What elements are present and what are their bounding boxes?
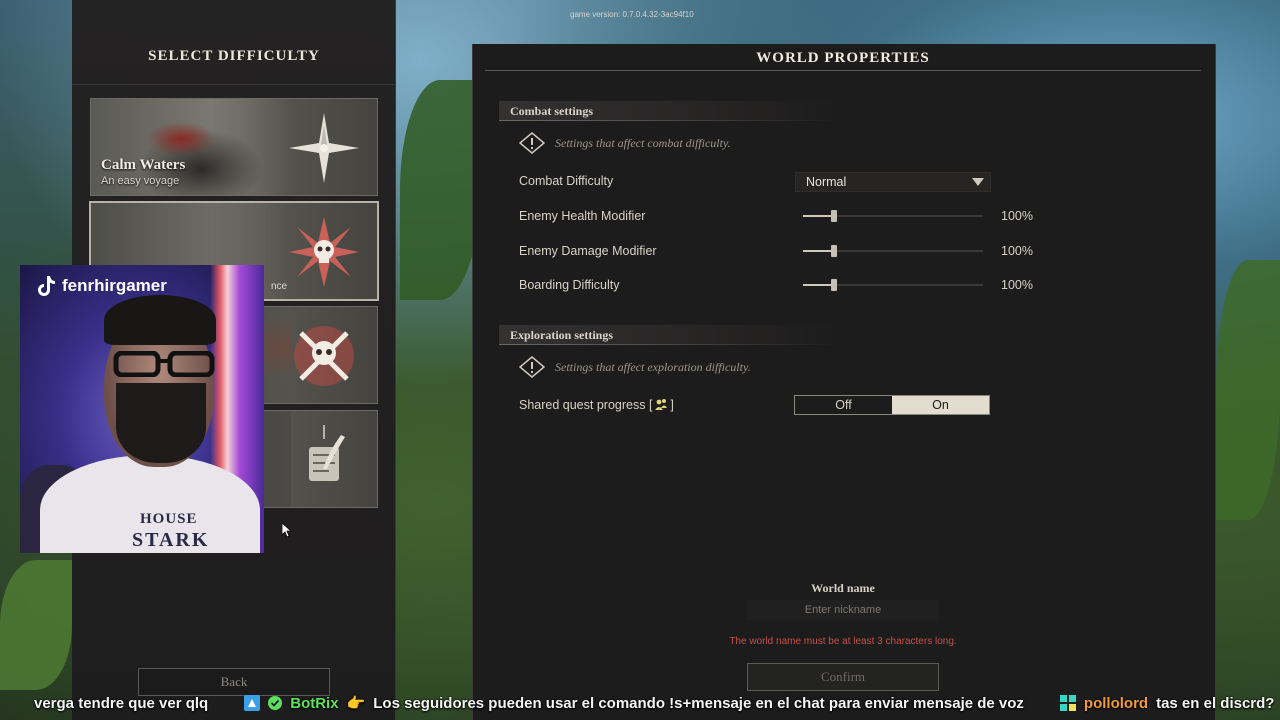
- world-name-input[interactable]: [747, 600, 939, 620]
- world-properties-title: WORLD PROPERTIES: [756, 50, 930, 66]
- subscriber-badge-icon: [1059, 695, 1076, 711]
- glasses-icon: [113, 351, 215, 377]
- webcam-person: [104, 295, 216, 345]
- toggle-off-option[interactable]: Off: [795, 396, 892, 414]
- confirm-button[interactable]: Confirm: [747, 663, 939, 691]
- mouse-cursor-icon: [282, 523, 292, 537]
- combat-settings-heading: Combat settings: [499, 101, 839, 121]
- game-version: game version: 0.7.0.4.32-3ac94f10: [570, 10, 694, 19]
- shared-quest-text: Shared quest progress [: [519, 398, 653, 412]
- exploration-info: Settings that affect exploration difficu…: [519, 356, 751, 378]
- slider-thumb[interactable]: [831, 279, 837, 291]
- divider: [499, 120, 839, 121]
- enemy-damage-label: Enemy Damage Modifier: [519, 244, 657, 258]
- skull-crossbones-icon: [294, 326, 354, 386]
- boarding-difficulty-slider[interactable]: [803, 279, 983, 291]
- combat-difficulty-dropdown[interactable]: Normal: [795, 172, 991, 192]
- boarding-difficulty-label: Boarding Difficulty: [519, 278, 620, 292]
- chat-ticker: verga tendre que ver qlq BotRix 👉 Los se…: [0, 690, 1280, 716]
- world-properties-panel: WORLD PROPERTIES Combat settings Setting…: [472, 44, 1216, 720]
- twitch-badge-icon: [244, 695, 261, 711]
- quill-scroll-icon: [309, 425, 345, 481]
- world-name-error: The world name must be at least 3 charac…: [729, 636, 957, 647]
- webcam-overlay: HOUSE STARK fenrhirgamer: [20, 265, 264, 553]
- dropdown-value: Normal: [806, 175, 847, 189]
- enemy-health-slider[interactable]: [803, 210, 983, 222]
- chat-message: Los seguidores pueden usar el comando !s…: [373, 694, 1024, 712]
- tiktok-handle: fenrhirgamer: [36, 275, 167, 297]
- enemy-health-value: 100%: [1001, 209, 1033, 223]
- shirt-print: HOUSE: [140, 511, 198, 527]
- shared-quest-suffix: ]: [670, 398, 674, 412]
- boarding-difficulty-value: 100%: [1001, 278, 1033, 292]
- divider: [499, 344, 839, 345]
- multiplayer-icon: [655, 399, 668, 410]
- world-name-label: World name: [811, 581, 875, 595]
- slider-fill: [803, 215, 834, 217]
- toggle-on-option[interactable]: On: [892, 396, 989, 414]
- divider: [72, 84, 396, 85]
- exploration-settings-heading: Exploration settings: [499, 325, 839, 345]
- compass-star-icon: [289, 113, 359, 183]
- warning-diamond-icon: [519, 356, 545, 378]
- tiktok-username: fenrhirgamer: [62, 276, 167, 295]
- enemy-damage-slider[interactable]: [803, 245, 983, 257]
- pointing-hand-icon: 👉: [346, 695, 366, 712]
- background-foliage: [0, 560, 72, 690]
- shirt-print: STARK: [132, 529, 210, 551]
- chat-message: verga tendre que ver qlq: [34, 694, 209, 712]
- slider-fill: [803, 284, 834, 286]
- chat-username: BotRix: [290, 694, 339, 712]
- warning-diamond-icon: [519, 132, 545, 154]
- section-title: Exploration settings: [510, 328, 614, 342]
- card-title: Calm Waters: [101, 157, 186, 173]
- verified-badge-icon: [268, 696, 283, 710]
- combat-info: Settings that affect combat difficulty.: [519, 132, 731, 154]
- background-foliage: [400, 80, 480, 300]
- difficulty-card-calm-waters[interactable]: Calm Waters An easy voyage: [90, 98, 378, 196]
- info-text: Settings that affect exploration difficu…: [555, 359, 751, 374]
- card-subtitle: nce: [271, 281, 288, 292]
- enemy-damage-value: 100%: [1001, 244, 1033, 258]
- slider-fill: [803, 250, 834, 252]
- shared-quest-label: Shared quest progress [ ]: [519, 398, 674, 412]
- info-text: Settings that affect combat difficulty.: [555, 135, 731, 150]
- difficulty-panel-title: SELECT DIFFICULTY: [148, 48, 320, 64]
- slider-thumb[interactable]: [831, 245, 837, 257]
- enemy-health-label: Enemy Health Modifier: [519, 209, 646, 223]
- section-title: Combat settings: [510, 104, 593, 118]
- chat-username: pollolord: [1083, 694, 1149, 712]
- combat-difficulty-label: Combat Difficulty: [519, 174, 614, 188]
- chat-message: tas en el discrd?: [1156, 694, 1275, 712]
- background-foliage: [1216, 260, 1280, 520]
- webcam-person: [116, 383, 206, 463]
- slider-thumb[interactable]: [831, 210, 837, 222]
- chevron-down-icon: [972, 178, 984, 186]
- skull-star-icon: [289, 217, 359, 287]
- shared-quest-toggle[interactable]: Off On: [794, 395, 990, 415]
- divider: [485, 70, 1201, 71]
- tiktok-icon: [38, 276, 55, 296]
- card-subtitle: An easy voyage: [101, 175, 180, 187]
